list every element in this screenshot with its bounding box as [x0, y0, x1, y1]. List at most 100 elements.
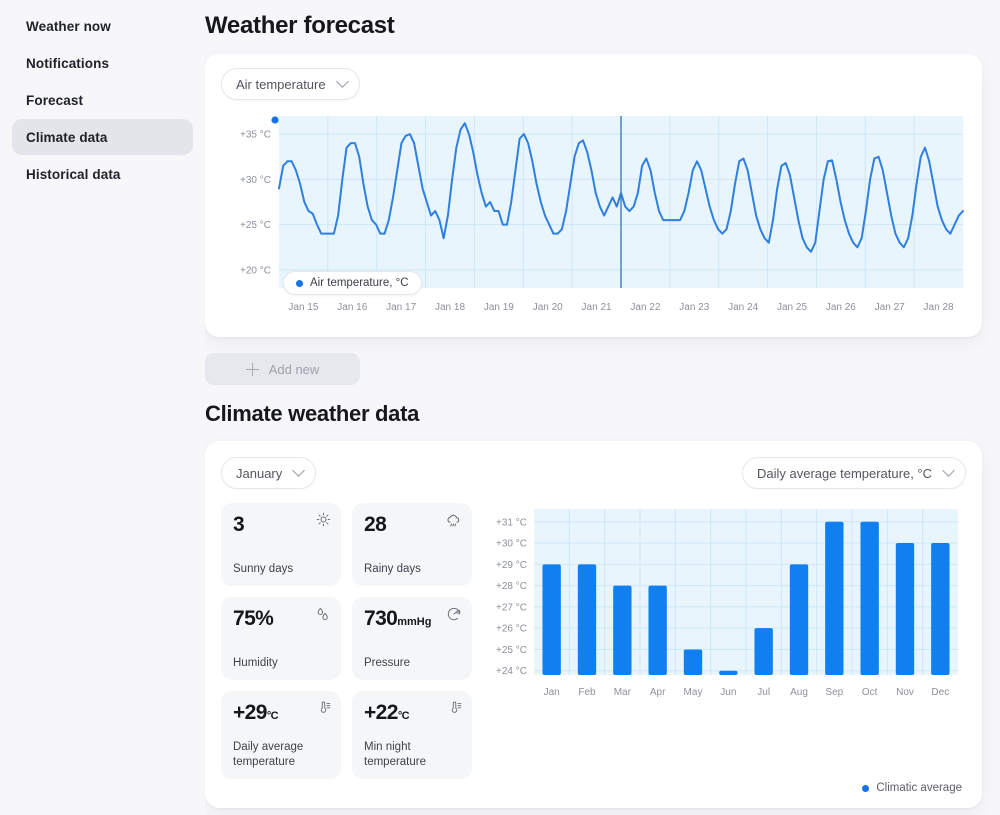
- svg-text:+25 °C: +25 °C: [496, 645, 527, 656]
- stat-value: +22°C: [364, 701, 460, 724]
- svg-text:May: May: [684, 687, 703, 698]
- sidebar-item-weather-now[interactable]: Weather now: [12, 8, 193, 44]
- sidebar-item-historical-data[interactable]: Historical data: [12, 156, 193, 192]
- add-new-button[interactable]: Add new: [205, 353, 360, 385]
- legend-color-dot: [296, 279, 303, 287]
- svg-text:Jan 24: Jan 24: [728, 302, 758, 313]
- svg-text:+35 °C: +35 °C: [240, 130, 271, 141]
- droplets-icon: [314, 606, 331, 623]
- svg-text:+20 °C: +20 °C: [240, 265, 271, 276]
- stat-card-sunny-days[interactable]: 3 Sunny days: [221, 503, 341, 586]
- svg-text:Aug: Aug: [790, 687, 808, 698]
- svg-text:+30 °C: +30 °C: [496, 539, 527, 550]
- stat-label: Daily average temperature: [233, 741, 304, 768]
- chevron-down-icon: [942, 463, 955, 477]
- chevron-down-icon: [292, 463, 306, 477]
- svg-text:Feb: Feb: [578, 687, 596, 698]
- stat-card-daily-average-temperature[interactable]: +29°C Daily average temperature: [221, 691, 341, 779]
- stat-value-number: +22: [364, 701, 398, 724]
- stat-value-number: +29: [233, 701, 267, 724]
- rain-cloud-icon: [445, 512, 462, 529]
- svg-text:Jan 23: Jan 23: [679, 302, 709, 313]
- svg-text:Jun: Jun: [720, 687, 736, 698]
- sidebar-item-label: Climate data: [26, 129, 108, 145]
- stat-label: Min night temperature: [364, 741, 427, 768]
- stat-value-number: 730: [364, 607, 398, 630]
- stat-card-humidity[interactable]: 75% Humidity: [221, 597, 341, 680]
- svg-text:Jan 19: Jan 19: [484, 302, 514, 313]
- svg-text:+25 °C: +25 °C: [240, 220, 271, 231]
- stat-value-unit: °C: [397, 710, 410, 722]
- climate-body: 3 Sunny days 28 Rainy days 75% Humidity …: [221, 503, 966, 779]
- sidebar: Weather now Notifications Forecast Clima…: [0, 0, 205, 815]
- svg-text:+28 °C: +28 °C: [496, 581, 527, 592]
- sun-icon: [316, 512, 331, 527]
- app-root: Weather now Notifications Forecast Clima…: [0, 0, 1000, 815]
- page-title: Weather forecast: [205, 12, 395, 39]
- stat-value: +29°C: [233, 701, 329, 724]
- stat-value-unit: °C: [266, 710, 279, 722]
- climate-metric-select[interactable]: Daily average temperature, °C: [742, 457, 966, 489]
- svg-text:Jan 20: Jan 20: [533, 302, 563, 313]
- svg-text:Nov: Nov: [896, 687, 914, 698]
- legend-color-dot: [862, 784, 870, 792]
- svg-text:Jan 25: Jan 25: [777, 302, 807, 313]
- stat-value-unit: mmHg: [397, 616, 432, 628]
- svg-text:Jan 18: Jan 18: [435, 302, 465, 313]
- bar-chart-svg: +24 °C +25 °C +26 °C +27 °C +28 °C +29 °C +30 …: [496, 509, 958, 698]
- chevron-down-icon: [335, 74, 349, 88]
- svg-text:Jan: Jan: [544, 687, 560, 698]
- month-select-value: January: [236, 465, 283, 481]
- svg-text:Jan 22: Jan 22: [630, 302, 660, 313]
- forecast-metric-select[interactable]: Air temperature: [221, 68, 360, 100]
- thermometer-icon: [447, 700, 462, 715]
- svg-text:Jan 26: Jan 26: [826, 302, 856, 313]
- svg-text:Jan 16: Jan 16: [337, 302, 367, 313]
- stat-value: 3: [233, 513, 245, 536]
- pressure-gauge-icon: [446, 606, 462, 622]
- svg-text:Jan 27: Jan 27: [875, 302, 905, 313]
- svg-text:Jan 21: Jan 21: [582, 302, 612, 313]
- legend-label: Air temperature, °C: [310, 277, 409, 289]
- svg-text:+30 °C: +30 °C: [240, 175, 271, 186]
- stat-label: Pressure: [364, 656, 411, 669]
- svg-text:+24 °C: +24 °C: [496, 666, 527, 677]
- section-title: Climate weather data: [205, 401, 420, 426]
- svg-text:Sep: Sep: [825, 687, 843, 698]
- plus-icon: [245, 362, 259, 376]
- forecast-metric-select-value: Air temperature: [236, 76, 326, 92]
- add-new-label: Add new: [268, 361, 320, 377]
- stat-card-min-night-temperature[interactable]: +22°C Min night temperature: [352, 691, 472, 779]
- main-content: Weather forecast Air temperature +20 °C +…: [205, 0, 1000, 815]
- bar-chart-legend: Climatic average: [221, 782, 966, 794]
- forecast-panel: Air temperature +20 °C +25 °C +30 °C +35 °C…: [205, 54, 982, 337]
- svg-text:Jan 15: Jan 15: [288, 302, 318, 313]
- sidebar-item-climate-data[interactable]: Climate data: [12, 119, 193, 155]
- svg-text:Jan 17: Jan 17: [386, 302, 416, 313]
- stat-label: Sunny days: [233, 562, 294, 575]
- month-select[interactable]: January: [221, 457, 317, 489]
- svg-text:Dec: Dec: [931, 687, 949, 698]
- stat-card-rainy-days[interactable]: 28 Rainy days: [352, 503, 472, 586]
- sidebar-item-label: Notifications: [26, 55, 110, 71]
- sidebar-item-forecast[interactable]: Forecast: [12, 82, 193, 118]
- svg-text:+31 °C: +31 °C: [496, 517, 527, 528]
- sidebar-item-label: Historical data: [26, 166, 121, 182]
- stat-label: Humidity: [233, 656, 278, 669]
- svg-text:+26 °C: +26 °C: [496, 624, 527, 635]
- svg-text:Apr: Apr: [650, 687, 666, 698]
- climate-panel: January Daily average temperature, °C 3: [205, 441, 982, 808]
- sidebar-item-label: Forecast: [26, 92, 84, 108]
- svg-text:Jan 28: Jan 28: [924, 302, 954, 313]
- legend-label: Climatic average: [876, 782, 962, 794]
- climate-bar-chart[interactable]: +24 °C +25 °C +26 °C +27 °C +28 °C +29 °C +30 …: [486, 503, 966, 774]
- svg-text:+27 °C: +27 °C: [496, 602, 527, 613]
- svg-text:Mar: Mar: [614, 687, 632, 698]
- line-chart-legend: Air temperature, °C: [283, 271, 422, 295]
- sidebar-item-notifications[interactable]: Notifications: [12, 45, 193, 81]
- thermometer-icon: [316, 700, 331, 715]
- stat-card-pressure[interactable]: 730mmHg Pressure: [352, 597, 472, 680]
- svg-text:+29 °C: +29 °C: [496, 560, 527, 571]
- forecast-line-chart[interactable]: +20 °C +25 °C +30 °C +35 °C Jan 15 Jan 16 Jan …: [221, 110, 966, 325]
- sidebar-item-label: Weather now: [26, 18, 111, 34]
